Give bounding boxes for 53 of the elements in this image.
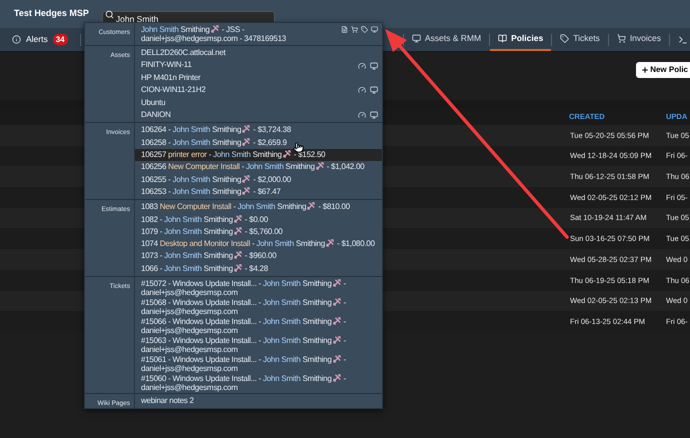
book-icon [498,34,508,43]
nav-tab[interactable]: Invoices [608,28,669,51]
search-result-link[interactable]: 1082 - John Smith Smithing - $0.00 [135,214,382,226]
search-result-link[interactable]: 106253 - John Smith Smithing - $67.47 [135,186,382,198]
search-result-link[interactable]: 1073 - John Smith Smithing - $960.00 [135,250,382,263]
search-result-link[interactable]: DELL2D260C.attlocal.net [135,47,382,60]
monitor-icon[interactable] [370,111,378,120]
monitor-icon[interactable] [370,62,378,70]
search-result-link[interactable]: 106256 New Computer Install - John Smith Smithing - $1,042.00 [135,161,382,174]
nav-tab[interactable]: Assets & RMM [404,28,490,51]
info-icon [12,35,21,44]
search-result-link[interactable]: 106255 - John Smith Smithing - $2,000.00 [135,174,382,186]
gauge-icon[interactable] [358,62,366,70]
search-result-link[interactable]: Ubuntu [135,96,382,110]
monitor-icon [412,34,421,43]
nav-tab[interactable]: Policies [490,28,552,51]
plus-icon [641,66,650,74]
gauge-icon[interactable] [358,111,366,120]
app-title: Test Hedges MSP [14,7,89,20]
search-result-link[interactable]: CION-WIN11-21H2 [135,84,358,97]
new-policy-button[interactable]: New Polic [636,62,690,78]
search-result-link[interactable]: HP M401n Printer [135,72,382,84]
search-result-link[interactable]: 106257 printer error - John Smith Smithing - $152.50 [135,149,382,162]
alerts-link[interactable]: Alerts [26,33,48,46]
search-result-link[interactable]: #15061 - Windows Update Install... - John Smith Smithing - daniel+jss@hedgesmsp.com [135,354,382,373]
document-icon[interactable] [341,26,348,33]
search-result-link[interactable]: #15066 - Windows Update Install... - John Smith Smithing - daniel+jss@hedgesmsp.com [135,316,382,335]
search-result-link[interactable]: John Smith Smithing - JSS - daniel+jss@hedgesmsp.com - 3478169513 [135,24,341,44]
search-result-link[interactable]: webinar notes 2 [135,395,382,408]
cart-icon[interactable] [351,26,358,33]
search-icon [104,10,114,18]
gauge-icon[interactable] [358,86,366,94]
monitor-icon[interactable] [370,86,378,94]
search-result-link[interactable]: #15063 - Windows Update Install... - John Smith Smithing - daniel+jss@hedgesmsp.com [135,335,382,354]
search-result-link[interactable]: #15072 - Windows Update Install... - John Smith Smithing - daniel+jss@hedgesmsp.com [135,278,382,297]
search-result-link[interactable]: 106258 - John Smith Smithing - $2,659.9 [135,136,382,150]
alert-count-badge: 34 [52,34,68,45]
search-result-link[interactable]: 1074 Desktop and Monitor Install - John Smith Smithing - $1,080.00 [135,238,382,250]
cart-icon [616,34,626,43]
search-result-link[interactable]: 106264 - John Smith Smithing - $3,724.38 [135,124,382,137]
tag-icon[interactable] [361,26,368,33]
pointer-cursor-icon [293,142,304,153]
search-result-link[interactable]: 1066 - John Smith Smithing - $4.28 [135,262,382,275]
monitor-icon[interactable] [371,26,378,33]
search-result-link[interactable]: 1079 - John Smith Smithing - $5,760.00 [135,226,382,238]
search-result-link[interactable]: #15060 - Windows Update Install... - John Smith Smithing - daniel+jss@hedgesmsp.com [135,373,382,392]
search-result-link[interactable]: FINITY-WIN-11 [135,59,358,72]
terminal-icon[interactable] [678,34,688,44]
search-result-link[interactable]: DANION [135,109,358,122]
tag-icon [560,34,570,43]
search-result-link[interactable]: 1083 New Computer Install - John Smith Smithing - $810.00 [135,201,382,214]
nav-tab[interactable]: Tickets [552,28,608,51]
search-result-link[interactable]: #15068 - Windows Update Install... - John Smith Smithing - daniel+jss@hedgesmsp.com [135,297,382,316]
